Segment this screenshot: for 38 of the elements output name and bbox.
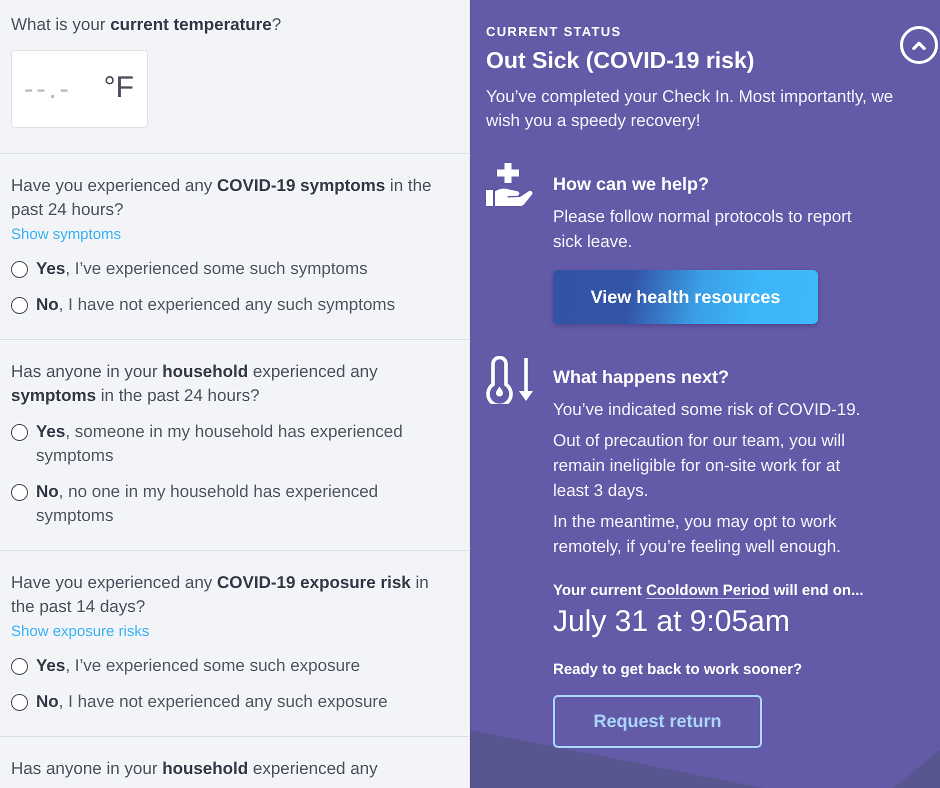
radio-option[interactable]: No, no one in my household has experienced symptoms bbox=[11, 480, 455, 528]
status-label: CURRENT STATUS bbox=[486, 24, 622, 40]
radio-option[interactable]: No, I have not experienced any such symptoms bbox=[11, 293, 455, 317]
radio-button-icon[interactable] bbox=[11, 484, 28, 501]
section-text: In the meantime, you may opt to work remotely, if you’re feeling well enough. bbox=[553, 511, 842, 558]
status-message: You’ve completed your Check In. Most importantly, we wish you a speedy recovery! bbox=[486, 86, 894, 132]
question-text: Has anyone in your household experienced any bbox=[11, 758, 379, 780]
question-text: What is your current temperature? bbox=[11, 14, 282, 36]
cooldown-end-time: July 31 at 9:05am bbox=[553, 604, 791, 640]
return-prompt: Ready to get back to work sooner? bbox=[553, 660, 804, 680]
request-return-button[interactable]: Request return bbox=[553, 695, 762, 748]
radio-option[interactable]: Yes, someone in my household has experienced symptoms bbox=[11, 420, 455, 468]
section-text: Out of precaution for our team, you will remain ineligible for on-site work for at least 3 days. bbox=[553, 430, 846, 502]
cooldown-text: Your current Cooldown Period will end on... bbox=[553, 581, 865, 601]
section-text: Please follow normal protocols to report sick leave. bbox=[553, 206, 853, 253]
thermometer-down-arrow-icon bbox=[486, 356, 535, 404]
unit-label: °F bbox=[104, 71, 134, 105]
question-text: Has anyone in your household experienced any symptoms in the past 24 hours? bbox=[11, 361, 379, 407]
background-shape bbox=[893, 750, 940, 788]
radio-button-icon[interactable] bbox=[11, 658, 28, 675]
radio-option[interactable]: No, I have not experienced any such exposure bbox=[11, 690, 455, 714]
cooldown-period-link[interactable]: Cooldown Period bbox=[646, 582, 770, 599]
question-text: Have you experienced any COVID-19 exposure risk in the past 14 days? bbox=[11, 572, 430, 618]
hand-with-cross-icon bbox=[486, 163, 534, 206]
question-text: Have you experienced any COVID-19 symptoms in the past 24 hours? bbox=[11, 175, 433, 221]
view-resources-button[interactable]: View health resources bbox=[553, 270, 818, 324]
section-heading: How can we help? bbox=[553, 173, 710, 196]
collapse-button[interactable] bbox=[900, 26, 938, 64]
radio-button-icon[interactable] bbox=[11, 261, 28, 278]
radio-option[interactable]: Yes, I’ve experienced some such exposure bbox=[11, 654, 455, 678]
radio-option[interactable]: Yes, I’ve experienced some such symptoms bbox=[11, 257, 455, 281]
status-title: Out Sick (COVID-19 risk) bbox=[486, 46, 754, 75]
radio-button-icon[interactable] bbox=[11, 297, 28, 314]
chevron-up-icon bbox=[912, 40, 926, 50]
section-text: You’ve indicated some risk of COVID-19. bbox=[553, 399, 862, 421]
radio-button-icon[interactable] bbox=[11, 424, 28, 441]
section-heading: What happens next? bbox=[553, 366, 730, 389]
radio-button-icon[interactable] bbox=[11, 694, 28, 711]
